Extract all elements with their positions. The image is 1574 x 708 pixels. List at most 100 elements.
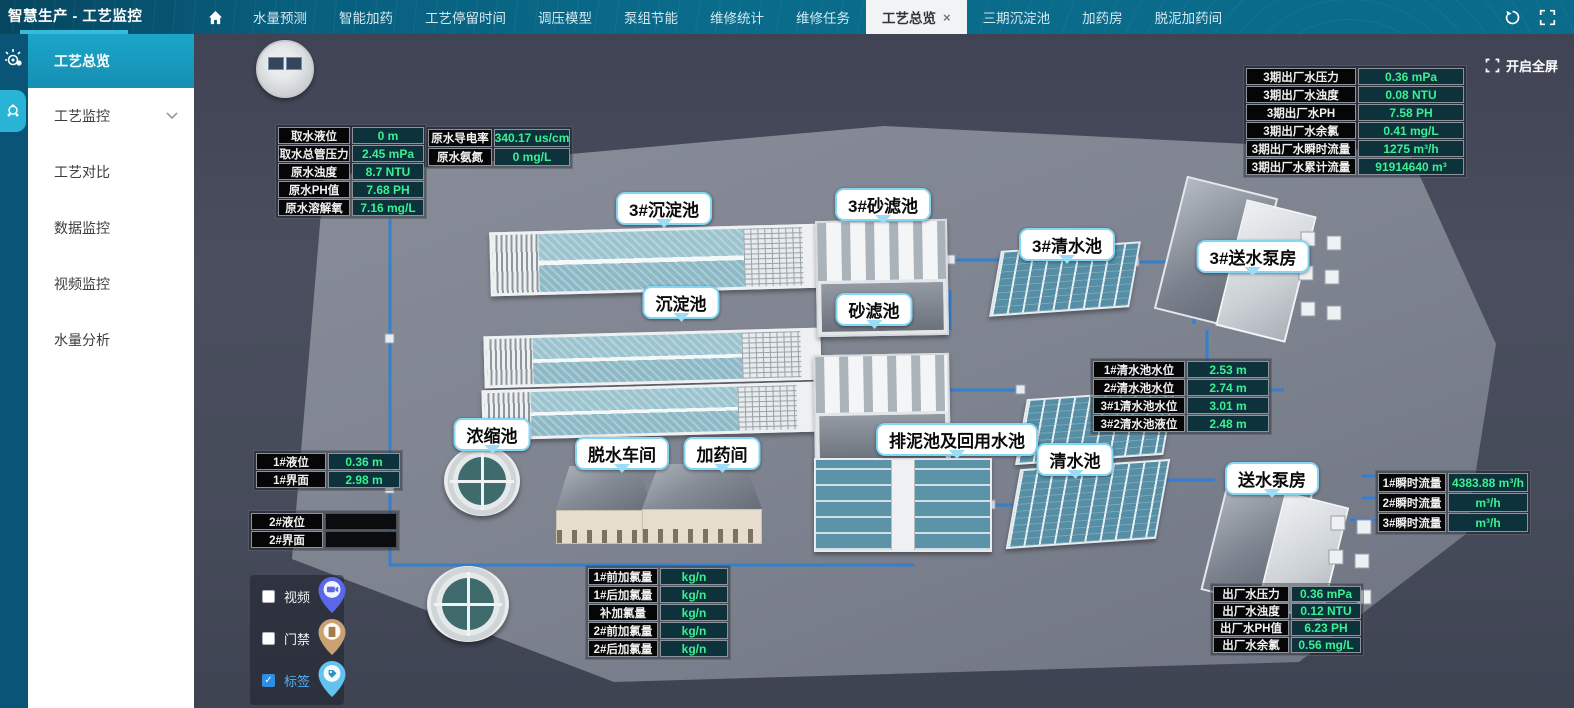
sidebar-item-water-analysis[interactable]: 水量分析 [28, 312, 194, 368]
topbar-tab[interactable]: 脱泥加药间 [1139, 0, 1239, 34]
facility-label-clear-pool[interactable]: 清水池 [1037, 443, 1114, 476]
metric-value: 7.58 PH [1358, 104, 1464, 121]
sidebar-item-video-monitoring[interactable]: 视频监控 [28, 256, 194, 312]
tab-label: 三期沉淀池 [983, 7, 1051, 27]
metric-row: 2#后加氯量 kg/n [588, 640, 728, 657]
metric-row: 补加氯量 kg/n [588, 604, 728, 621]
metric-label: 取水液位 [278, 127, 350, 144]
sidebar: 工艺总览 工艺监控 工艺对比 数据监控 视频监控 水量分析 [28, 34, 194, 708]
sidebar-item-label: 视频监控 [54, 274, 110, 294]
metric-label: 3期出厂水PH [1246, 104, 1356, 121]
tank-water [533, 333, 743, 384]
sidebar-item-label: 工艺总览 [54, 51, 110, 71]
tank-lattice [737, 385, 797, 431]
tank-endcap [796, 385, 814, 429]
checkbox-door[interactable] [262, 632, 275, 645]
tag-pin-icon[interactable] [318, 661, 346, 697]
facility-label-sedimentation[interactable]: 沉淀池 [643, 286, 720, 319]
tab-label: 加药房 [1082, 7, 1123, 27]
metric-row: 原水浊度 8.7 NTU [278, 163, 424, 180]
chevron-down-icon [166, 112, 178, 120]
metric-label: 3#瞬时流量 [1378, 513, 1446, 532]
sidebar-item-process-overview[interactable]: 工艺总览 [28, 34, 194, 88]
building-wall [642, 509, 762, 544]
facility-label-pump-station[interactable]: 送水泵房 [1225, 462, 1319, 495]
raw-water-extra-panel: 原水导电率 340.17 us/cm 原水氨氮 0 mg/L [425, 126, 573, 169]
metric-row: 2#瞬时流量 m³/h [1378, 493, 1528, 512]
thickener1-level-panel: 1#液位 0.36 m 1#界面 2.98 m [253, 450, 403, 491]
metric-row: 出厂水余氯 0.56 mg/L [1213, 637, 1361, 653]
metric-value: 6.23 PH [1291, 620, 1361, 636]
facility-label-3-sand-filter[interactable]: 3#砂滤池 [835, 188, 931, 221]
tab-bar: 水量预测 智能加药 工艺停留时间 调压模型 泵组节能 [237, 0, 1238, 34]
clearwater-level-panel: 1#清水池水位 2.53 m 2#清水池水位 2.74 m 3#1清水池水位 3… [1090, 358, 1272, 435]
tab-label: 工艺总览 [882, 7, 936, 27]
metric-value: 2.48 m [1187, 415, 1269, 432]
facility-label-3-pump-station[interactable]: 3#送水泵房 [1197, 240, 1310, 273]
metric-row: 3期出厂水压力 0.36 mPa [1246, 68, 1464, 85]
tab-close-icon[interactable]: × [943, 10, 951, 25]
layer-toggle-door[interactable]: 门禁 [250, 617, 344, 659]
refresh-icon[interactable] [1504, 9, 1521, 26]
alert-gear-icon[interactable] [4, 48, 24, 68]
building-roof [556, 466, 652, 510]
metric-row: 3#瞬时流量 m³/h [1378, 513, 1528, 532]
sidebar-item-process-compare[interactable]: 工艺对比 [28, 144, 194, 200]
topbar-tab[interactable]: 维修统计 [694, 0, 780, 34]
topbar-tab[interactable]: 水量预测 [237, 0, 323, 34]
facility-label-sludge-pool[interactable]: 排泥池及回用水池 [876, 423, 1038, 456]
metric-value: 2.74 m [1187, 379, 1269, 396]
topbar-tab[interactable]: 维修任务 [780, 0, 866, 34]
sedimentation-tank-1-model [483, 328, 821, 389]
layer-toggle-video[interactable]: 视频 [250, 575, 344, 617]
metric-label: 2#清水池水位 [1093, 379, 1185, 396]
fullscreen-label: 开启全屏 [1506, 56, 1558, 75]
rail-active-button[interactable] [0, 90, 26, 132]
checkbox-video[interactable] [262, 590, 275, 603]
metric-label: 原水浊度 [278, 163, 350, 180]
video-pin-icon[interactable] [318, 577, 346, 613]
layer-label-tag: 标签 [284, 671, 310, 690]
metric-row: 原水溶解氧 7.16 mg/L [278, 199, 424, 216]
pool-water [816, 460, 891, 550]
metric-value: 0.08 NTU [1358, 86, 1464, 103]
sidebar-item-process-monitoring[interactable]: 工艺监控 [28, 88, 194, 144]
metric-label: 3#2清水池液位 [1093, 415, 1185, 432]
topbar-tab[interactable]: 泵组节能 [608, 0, 694, 34]
metric-value [325, 513, 397, 530]
checkbox-tag[interactable] [262, 674, 275, 687]
metric-label: 出厂水压力 [1213, 586, 1289, 602]
facility-label-3-sedimentation[interactable]: 3#沉淀池 [616, 192, 712, 225]
home-button[interactable] [194, 0, 237, 34]
metric-value: 7.68 PH [352, 181, 424, 198]
facility-label-thickener[interactable]: 浓缩池 [454, 418, 531, 451]
layer-toggle-tag[interactable]: 标签 [250, 659, 344, 701]
topbar-tab[interactable]: 调压模型 [522, 0, 608, 34]
metric-value: 7.16 mg/L [352, 199, 424, 216]
facility-label-dosing[interactable]: 加药间 [684, 437, 761, 470]
topbar-tab[interactable]: 加药房 [1066, 0, 1139, 34]
metric-value: 2.98 m [328, 471, 400, 488]
topbar-tab[interactable]: 智能加药 [323, 0, 409, 34]
topbar-actions [1504, 0, 1574, 34]
facility-label-sand-filter[interactable]: 砂滤池 [836, 293, 913, 326]
topbar-tab[interactable]: 工艺总览 × [866, 0, 967, 34]
thickener-1-model [444, 446, 520, 516]
metric-label: 3期出厂水累计流量 [1246, 158, 1356, 175]
tank-grate [492, 234, 539, 293]
topbar-tab[interactable]: 三期沉淀池 [967, 0, 1067, 34]
round-building-model [256, 40, 314, 98]
open-fullscreen-button[interactable]: 开启全屏 [1485, 56, 1558, 75]
facility-label-dewatering[interactable]: 脱水车间 [575, 437, 669, 470]
tab-label: 泵组节能 [624, 7, 678, 27]
tab-label: 水量预测 [253, 7, 307, 27]
metric-value: 8.7 NTU [352, 163, 424, 180]
metric-row: 1#后加氯量 kg/n [588, 586, 728, 603]
icon-rail [0, 34, 28, 708]
sidebar-item-data-monitoring[interactable]: 数据监控 [28, 200, 194, 256]
topbar-tab[interactable]: 工艺停留时间 [409, 0, 522, 34]
facility-label-3-clear-pool[interactable]: 3#清水池 [1019, 228, 1115, 261]
metric-value: 4383.88 m³/h [1448, 473, 1528, 492]
door-pin-icon[interactable] [318, 619, 346, 655]
fullscreen-icon[interactable] [1539, 9, 1556, 26]
